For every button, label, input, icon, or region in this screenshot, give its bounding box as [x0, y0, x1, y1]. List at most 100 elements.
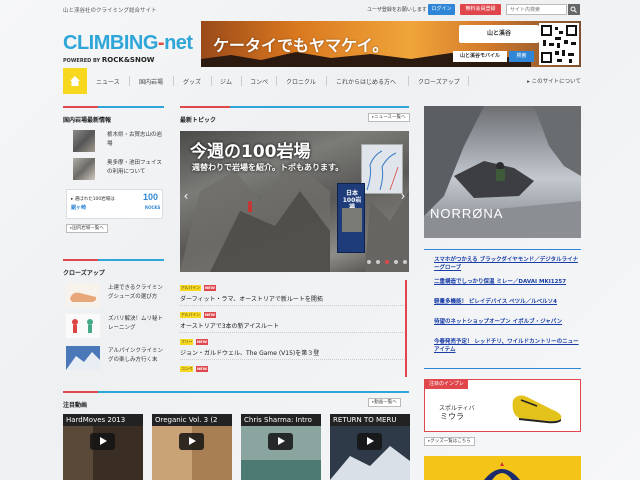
section-rule — [98, 106, 164, 108]
sponsored-link[interactable]: 待望のネットショップオープン イボルブ・ジャパン — [434, 318, 580, 326]
spot-item[interactable]: 栃木県・古賀志山の岩場 — [73, 130, 163, 152]
home-icon — [70, 76, 80, 86]
play-button-icon[interactable] — [357, 433, 382, 450]
play-button-icon[interactable] — [90, 433, 115, 450]
new-badge: NEW — [204, 285, 216, 291]
videos-more-button[interactable]: 動画一覧へ — [368, 398, 401, 407]
slider-dot-active[interactable] — [385, 260, 389, 264]
rock100-crag-name: 鋸ヶ崎 — [71, 205, 87, 211]
spot-item[interactable]: 奥多摩・池田フェイスの利用について — [73, 158, 163, 180]
topic-tag: アルパイン — [180, 285, 201, 291]
ad-links-rule — [424, 368, 581, 369]
mobile-banner-ad[interactable]: ケータイでもヤマケイ。 山と溪谷 山と溪谷モバイル 検索 — [201, 21, 581, 67]
video-card[interactable]: Oreganic Vol. 3 (2 — [152, 414, 232, 480]
topic-list-scrollbar[interactable] — [405, 280, 407, 377]
impression-title: 注目のインプレ — [425, 380, 468, 389]
nav-separator — [326, 76, 327, 86]
sponsored-link[interactable]: 二重構造でしっかり保温 ミレー／DAVAI MKI1257 — [434, 278, 580, 286]
news-more-button[interactable]: ニュース一覧へ — [368, 113, 410, 122]
nav-item-gym[interactable]: ジム — [220, 77, 232, 86]
slider-prev-arrow[interactable]: ‹ — [182, 186, 190, 206]
nav-item-closeup[interactable]: クローズアップ — [418, 77, 460, 86]
closeup-label: ズバリ解決！ムリ秘トレーニング — [108, 316, 164, 331]
norrona-brand: NORRØNA — [430, 206, 504, 221]
section-rule — [230, 106, 409, 108]
impression-product-name: ミウラ — [440, 412, 464, 421]
search-button[interactable] — [568, 4, 580, 15]
nav-item-competition[interactable]: コンペ — [250, 77, 268, 86]
closeup-item[interactable]: ズバリ解決！ムリ秘トレーニング — [66, 314, 163, 340]
rock100-logo: 100 — [143, 192, 159, 202]
spot-label: 栃木県・古賀志山の岩場 — [107, 132, 163, 147]
sponsored-link[interactable]: 軽量多機能！ ピレイデバイス ペツル／ルベルソ4 — [434, 298, 580, 306]
spot-thumbnail — [73, 130, 95, 152]
section-rule — [63, 259, 98, 261]
video-card[interactable]: RETURN TO MERU — [330, 414, 410, 480]
slider-dot[interactable] — [367, 260, 371, 264]
nav-separator — [173, 76, 174, 86]
slider-dot[interactable] — [376, 260, 380, 264]
nav-separator — [211, 76, 212, 86]
logo-powered-by: POWERED BY ROCK&SNOW — [63, 56, 155, 64]
nav-about-link[interactable]: ▸ このサイトについて — [527, 77, 581, 85]
climbing-shoe-image — [512, 395, 562, 424]
domestic-spots-more-button[interactable]: 国内岩場一覧へ — [66, 224, 108, 233]
closeup-label: アルパインクライミングの楽しみ方行く末 — [108, 348, 163, 363]
nav-item-goods[interactable]: グッズ — [183, 77, 201, 86]
search-icon — [570, 6, 577, 13]
video-card[interactable]: HardMoves 2013 — [63, 414, 143, 480]
play-button-icon[interactable] — [179, 433, 204, 450]
slider-dot[interactable] — [403, 260, 407, 264]
login-button[interactable]: ログイン — [428, 4, 455, 15]
nav-item-news[interactable]: ニュース — [96, 77, 120, 86]
new-badge: NEW — [196, 339, 208, 345]
user-register-notice: ユーザ登録をお願いします — [367, 7, 427, 13]
rock100-label: ▸ 選ばれた100岩場は — [71, 197, 115, 202]
goods-list-button[interactable]: グッズ一覧はこちら — [424, 437, 475, 446]
featured-slider[interactable]: 今週の100岩場 週替わりで岩場を紹介。トポもあります。 日本100岩場 ‹ › — [180, 131, 409, 272]
nav-item-chronicle[interactable]: クロニクル — [286, 77, 316, 86]
slider-dot[interactable] — [394, 260, 398, 264]
video-title: Chris Sharma: Intro — [244, 416, 312, 424]
site-logo[interactable]: CLIMBING-net POWERED BY ROCK&SNOW — [63, 32, 193, 70]
nav-separator — [276, 76, 277, 86]
brand-logo-shape — [484, 462, 520, 480]
la-sportiva-ad[interactable] — [424, 456, 581, 480]
topic-divider — [180, 359, 405, 360]
banner-mobile-label: 山と溪谷モバイル — [453, 51, 507, 62]
qr-code — [539, 23, 579, 65]
play-button-icon[interactable] — [268, 433, 293, 450]
nav-item-beginners[interactable]: これからはじめる方へ — [336, 77, 396, 86]
video-title: HardMoves 2013 — [66, 416, 126, 424]
impression-box[interactable]: 注目のインプレ スポルティバ ミウラ — [424, 379, 581, 432]
banner-brand-logo: 山と溪谷 — [459, 25, 539, 43]
closeup-item[interactable]: アルパインクライミングの楽しみ方行く末 — [66, 346, 163, 372]
rock100-banner[interactable]: ▸ 選ばれた100岩場は 鋸ヶ崎 100 ROCKS — [66, 189, 163, 219]
closeup-label: 上達できるクライミングシューズの選び方 — [108, 285, 163, 300]
norrona-ad[interactable]: NORRØNA — [424, 106, 581, 238]
nav-item-domestic-crags[interactable]: 国内岩場 — [139, 77, 163, 86]
banner-search-label: 検索 — [509, 51, 534, 62]
site-tagline: 山と渓谷社のクライミング総合サイト — [63, 8, 157, 14]
sponsored-link[interactable]: スマホがつかえる ブラックダイヤモンド／デジタルライナーグローブ — [434, 256, 580, 272]
nav-separator — [129, 76, 130, 86]
sponsored-link[interactable]: 今春発売予定！ レッドチリ、ワイルドカントリーのニューアイテム — [434, 338, 580, 354]
topic-headline: オーストリアで3本の新アイスルート — [180, 323, 280, 330]
closeup-item[interactable]: 上達できるクライミングシューズの選び方 — [66, 283, 163, 309]
topics-title: 最新トピック — [180, 117, 217, 124]
search-input[interactable] — [506, 4, 567, 15]
slider-next-arrow[interactable]: › — [399, 186, 407, 206]
video-card[interactable]: Chris Sharma: Intro — [241, 414, 321, 480]
banner-headline: ケータイでもヤマケイ。 — [213, 36, 389, 55]
topic-divider — [180, 332, 405, 333]
register-button[interactable]: 無料会員登録 — [460, 4, 501, 15]
topo-map — [361, 144, 403, 194]
spot-thumbnail — [73, 158, 95, 180]
nav-separator — [468, 76, 469, 86]
main-nav: ニュース 国内岩場 グッズ ジム コンペ クロニクル これからはじめる方へ クロ… — [63, 68, 581, 94]
nav-separator — [241, 76, 242, 86]
closeup-title: クローズアップ — [63, 270, 105, 277]
section-rule — [98, 259, 164, 261]
section-rule — [63, 106, 98, 108]
nav-home-button[interactable] — [63, 68, 87, 94]
